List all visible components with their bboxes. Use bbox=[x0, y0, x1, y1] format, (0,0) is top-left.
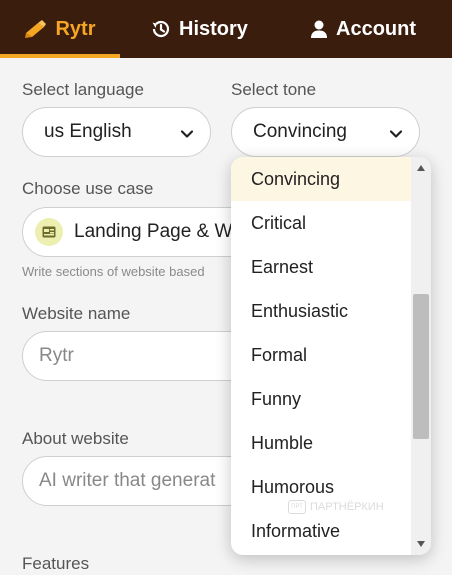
tone-option-formal[interactable]: Formal bbox=[231, 333, 411, 377]
scrollbar-thumb[interactable] bbox=[413, 294, 429, 439]
tab-history[interactable]: History bbox=[150, 0, 248, 58]
tone-option-enthusiastic[interactable]: Enthusiastic bbox=[231, 289, 411, 333]
tone-option-humble[interactable]: Humble bbox=[231, 421, 411, 465]
tone-option-convincing[interactable]: Convincing bbox=[231, 157, 411, 201]
active-tab-indicator bbox=[0, 54, 120, 58]
history-icon bbox=[150, 18, 172, 40]
scroll-down-arrow-icon[interactable] bbox=[417, 541, 425, 547]
tone-dropdown-list[interactable]: Convincing Critical Earnest Enthusiastic… bbox=[231, 157, 431, 555]
about-website-label: About website bbox=[22, 429, 129, 448]
language-label: Select language bbox=[22, 80, 144, 99]
use-case-label: Choose use case bbox=[22, 179, 154, 198]
watermark-text: ПАРТНЁРКИН bbox=[310, 501, 384, 513]
watermark: ПРТ ПАРТНЁРКИН bbox=[288, 500, 384, 514]
use-case-hint: Write sections of website based bbox=[22, 264, 205, 279]
scroll-up-arrow-icon[interactable] bbox=[417, 165, 425, 171]
watermark-logo-icon: ПРТ bbox=[288, 500, 306, 514]
features-label: Features bbox=[22, 554, 90, 573]
top-navigation: Rytr History Account bbox=[0, 0, 452, 58]
website-name-label: Website name bbox=[22, 304, 131, 323]
chevron-down-icon bbox=[389, 125, 403, 147]
tab-rytr[interactable]: Rytr bbox=[0, 0, 120, 58]
tone-option-earnest[interactable]: Earnest bbox=[231, 245, 411, 289]
chevron-down-icon bbox=[180, 125, 194, 147]
tab-history-label: History bbox=[179, 17, 248, 40]
dropdown-scrollbar[interactable] bbox=[411, 157, 431, 555]
tab-rytr-label: Rytr bbox=[55, 17, 96, 40]
tab-account[interactable]: Account bbox=[309, 0, 416, 58]
website-name-placeholder: Rytr bbox=[39, 345, 74, 366]
use-case-value: Landing Page & W bbox=[74, 221, 233, 242]
language-value: us English bbox=[44, 121, 132, 142]
user-icon bbox=[309, 19, 329, 39]
landing-page-icon bbox=[35, 218, 63, 246]
tone-option-funny[interactable]: Funny bbox=[231, 377, 411, 421]
about-website-placeholder: AI writer that generat bbox=[39, 470, 216, 491]
tone-label: Select tone bbox=[231, 80, 317, 99]
tone-select[interactable]: Convincing bbox=[231, 107, 420, 157]
tab-account-label: Account bbox=[336, 17, 416, 40]
rytr-logo-icon bbox=[24, 19, 48, 39]
tone-value: Convincing bbox=[253, 121, 347, 142]
tone-option-critical[interactable]: Critical bbox=[231, 201, 411, 245]
language-select[interactable]: us English bbox=[22, 107, 211, 157]
tone-option-informative[interactable]: Informative bbox=[231, 509, 411, 553]
